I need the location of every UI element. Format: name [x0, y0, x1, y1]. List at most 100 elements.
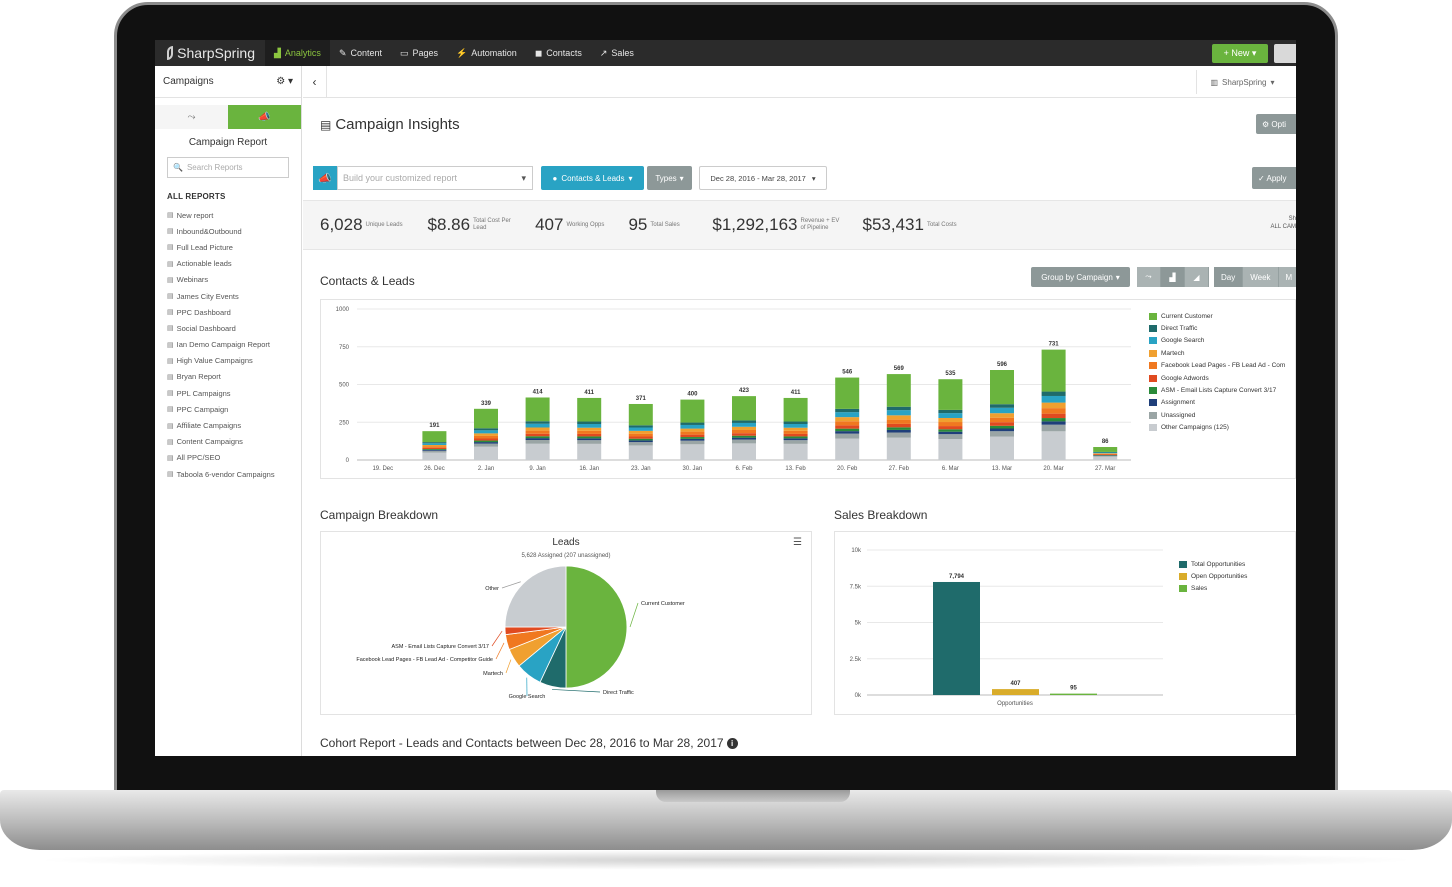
back-button[interactable]: ‹	[303, 65, 327, 98]
nav-pages[interactable]: ▭ Pages	[391, 40, 447, 66]
report-item[interactable]: ▤ New report	[167, 207, 301, 223]
legend-label: Google Search	[1161, 337, 1205, 345]
campaign-breakdown-chart: Leads 5,628 Assigned (207 unassigned) Curr…	[320, 531, 812, 715]
report-item[interactable]: ▤ Webinars	[167, 272, 301, 288]
x-tick-label: 26. Dec	[424, 466, 445, 472]
bar-segment	[835, 431, 860, 434]
megaphone-icon[interactable]: 📣	[313, 166, 337, 190]
bar-total-label: 414	[533, 389, 544, 395]
bar-segment	[474, 440, 498, 443]
x-tick-label: 13. Mar	[992, 466, 1012, 472]
report-item[interactable]: ▤ Actionable leads	[167, 256, 301, 272]
report-item[interactable]: ▤ PPC Dashboard	[167, 304, 301, 320]
period-month[interactable]: M	[1278, 267, 1296, 287]
legend-item[interactable]: Direct Traffic	[1149, 322, 1285, 334]
pie-connector	[495, 642, 505, 660]
nav-analytics[interactable]: ▟ Analytics	[265, 40, 330, 66]
pie-slice	[504, 565, 567, 628]
report-icon: ▤	[167, 438, 174, 446]
x-tick-label: 30. Jan	[683, 466, 703, 472]
nav-content[interactable]: ✎ Content	[330, 40, 391, 66]
report-item[interactable]: ▤ Full Lead Picture	[167, 239, 301, 255]
nav-contacts[interactable]: ◼ Contacts	[526, 40, 591, 66]
bar-segment	[474, 442, 498, 444]
bar-segment	[835, 377, 860, 409]
legend-item[interactable]: Current Customer	[1149, 310, 1285, 322]
bar-segment	[1093, 455, 1118, 457]
legend-item[interactable]: Open Opportunities	[1179, 570, 1247, 582]
tab-campaigns[interactable]: 📣	[228, 105, 301, 129]
pie-label: Google Search	[509, 694, 546, 700]
apply-button[interactable]: ✓ Apply	[1252, 167, 1296, 189]
legend-swatch	[1149, 325, 1157, 333]
legend-swatch	[1149, 411, 1157, 419]
report-item[interactable]: ▤ Ian Demo Campaign Report	[167, 337, 301, 353]
date-range-picker[interactable]: Dec 28, 2016 - Mar 28, 2017 ▾	[699, 166, 827, 190]
legend-item[interactable]: Unassigned	[1149, 409, 1285, 421]
pie-label: Direct Traffic	[603, 690, 634, 696]
area-chart-icon[interactable]: ◢	[1185, 267, 1209, 287]
account-selector[interactable]: ▥ SharpSpring ▾	[1196, 70, 1288, 94]
report-item[interactable]: ▤ High Value Campaigns	[167, 353, 301, 369]
report-icon: ▤	[167, 422, 174, 430]
megaphone-icon: 📣	[258, 111, 271, 123]
bar-chart-icon[interactable]: ▟	[1161, 267, 1185, 287]
report-item[interactable]: ▤ James City Events	[167, 288, 301, 304]
report-item[interactable]: ▤ Content Campaigns	[167, 434, 301, 450]
legend-item[interactable]: Facebook Lead Pages - FB Lead Ad - Com	[1149, 360, 1285, 372]
types-button[interactable]: Types ▾	[647, 166, 692, 190]
report-item[interactable]: ▤ PPL Campaigns	[167, 385, 301, 401]
legend-item[interactable]: Total Opportunities	[1179, 558, 1247, 570]
y-tick-label: 500	[339, 383, 350, 389]
gear-icon[interactable]: ⚙ ▾	[276, 76, 293, 87]
nav-sales[interactable]: ↗ Sales	[591, 40, 643, 66]
stat-unique-leads: 6,028 Unique Leads	[320, 215, 408, 235]
legend-item[interactable]: Other Campaigns (125)	[1149, 422, 1285, 434]
logo[interactable]: SharpSpring	[155, 45, 265, 61]
report-item[interactable]: ▤ Bryan Report	[167, 369, 301, 385]
bar-segment	[1093, 454, 1118, 456]
building-icon: ▥	[1210, 77, 1219, 87]
bar-total-label: 86	[1102, 439, 1109, 445]
bar-segment	[835, 425, 860, 429]
bar-segment	[886, 423, 911, 428]
report-item[interactable]: ▤ All PPC/SEO	[167, 450, 301, 466]
bar-segment	[938, 438, 963, 460]
options-button[interactable]: ⚙ Opti	[1256, 114, 1296, 134]
legend-item[interactable]: Sales	[1179, 583, 1247, 595]
legend-item[interactable]: Google Adwords	[1149, 372, 1285, 384]
build-report-input[interactable]: Build your customized report ▾	[337, 166, 533, 190]
bar-segment	[628, 427, 653, 431]
new-button[interactable]: + New ▾	[1212, 44, 1268, 63]
period-week[interactable]: Week	[1243, 267, 1279, 287]
bar-segment	[525, 443, 550, 460]
report-item[interactable]: ▤ Taboola 6-vendor Campaigns	[167, 466, 301, 482]
report-item[interactable]: ▤ Inbound&Outbound	[167, 223, 301, 239]
line-chart-icon[interactable]: ⤳	[1137, 267, 1161, 287]
legend-item[interactable]: Martech	[1149, 347, 1285, 359]
menu-icon[interactable]: ☰	[793, 538, 805, 548]
nav-sales-label: Sales	[611, 48, 634, 58]
bar-segment	[474, 438, 498, 441]
stat-total-sales: 95 Total Sales	[628, 215, 692, 235]
report-item[interactable]: ▤ PPC Campaign	[167, 401, 301, 417]
legend-label: ASM - Email Lists Capture Convert 3/17	[1161, 387, 1277, 395]
group-by-campaign-button[interactable]: Group by Campaign ▾	[1031, 267, 1130, 287]
nav-automation[interactable]: ⚡ Automation	[447, 40, 526, 66]
contacts-leads-button[interactable]: ● Contacts & Leads ▾	[541, 166, 644, 190]
bar-segment	[525, 439, 550, 444]
legend-item[interactable]: Assignment	[1149, 397, 1285, 409]
tab-trend[interactable]: ⤳	[155, 105, 228, 129]
bar-total-label: 596	[997, 362, 1008, 368]
bar-segment	[1041, 395, 1066, 403]
legend-item[interactable]: Google Search	[1149, 335, 1285, 347]
user-menu-button[interactable]	[1274, 44, 1296, 63]
report-item[interactable]: ▤ Social Dashboard	[167, 320, 301, 336]
search-reports-input[interactable]: 🔍 Search Reports	[167, 157, 289, 178]
info-icon[interactable]: i	[726, 737, 738, 749]
legend-swatch	[1149, 424, 1157, 432]
legend-item[interactable]: ASM - Email Lists Capture Convert 3/17	[1149, 384, 1285, 396]
report-icon: ▤	[167, 228, 174, 236]
report-item[interactable]: ▤ Affiliate Campaigns	[167, 417, 301, 433]
period-day[interactable]: Day	[1214, 267, 1244, 287]
